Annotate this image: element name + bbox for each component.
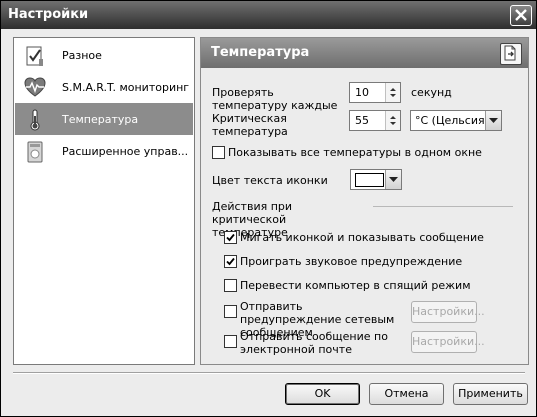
icon-color-label: Цвет текста иконки bbox=[212, 174, 328, 187]
network-message-checkbox[interactable] bbox=[224, 305, 237, 318]
drive-icon bbox=[27, 141, 43, 163]
title-bar[interactable]: Настройки bbox=[1, 1, 536, 29]
sidebar-item-label: Температура bbox=[62, 113, 139, 126]
critical-temp-value: 55 bbox=[355, 114, 369, 127]
blink-icon-label: Мигать иконкой и показывать сообщение bbox=[240, 231, 484, 244]
play-sound-checkbox[interactable] bbox=[224, 255, 237, 268]
thermometer-icon bbox=[30, 109, 40, 131]
checkmark-icon bbox=[226, 233, 235, 242]
temp-unit-value: °C (Цельсия) bbox=[415, 114, 489, 127]
export-button[interactable] bbox=[500, 43, 522, 65]
email-message-label: Отправить сообщение по электронной почте bbox=[240, 330, 388, 356]
email-message-checkbox[interactable] bbox=[224, 335, 237, 348]
panel-title: Температура bbox=[211, 45, 310, 60]
sidebar-item-label: S.M.A.R.T. мониторинг bbox=[62, 81, 190, 94]
color-swatch bbox=[355, 173, 384, 187]
checkmark-icon bbox=[226, 257, 235, 266]
critical-temp-spinner[interactable]: 55 bbox=[349, 110, 401, 131]
play-sound-label: Проиграть звуковое предупреждение bbox=[240, 255, 463, 268]
check-interval-value: 10 bbox=[355, 86, 369, 99]
apply-button[interactable]: Применить bbox=[453, 383, 528, 405]
temp-unit-select[interactable]: °C (Цельсия) bbox=[410, 110, 502, 131]
dropdown-button[interactable] bbox=[385, 170, 401, 189]
sidebar-item-advanced[interactable]: Расширенное управ... bbox=[15, 135, 193, 167]
sidebar-item-label: Разное bbox=[62, 49, 102, 62]
check-interval-unit: секунд bbox=[411, 86, 452, 99]
show-all-checkbox[interactable] bbox=[212, 146, 225, 159]
sleep-mode-checkbox[interactable] bbox=[224, 279, 237, 292]
network-settings-button[interactable]: Настройки... bbox=[411, 301, 485, 323]
cancel-button[interactable]: Отмена bbox=[369, 383, 444, 405]
spinner-arrows[interactable] bbox=[385, 83, 400, 102]
sidebar-list: Разное S.M.A.R.T. мониторинг Температура bbox=[13, 37, 195, 365]
check-interval-label: Проверять температуру каждые bbox=[212, 86, 338, 112]
chevron-down-icon bbox=[489, 118, 498, 123]
panel-header: Температура bbox=[201, 38, 528, 68]
blink-icon-checkbox[interactable] bbox=[224, 231, 237, 244]
window-title: Настройки bbox=[8, 7, 89, 22]
critical-temp-label: Критическая температура bbox=[212, 112, 288, 138]
chevron-down-icon bbox=[389, 177, 398, 182]
sidebar-item-smart[interactable]: S.M.A.R.T. мониторинг bbox=[15, 71, 193, 103]
temperature-panel: Температура Проверять температуру каждые… bbox=[200, 37, 529, 365]
sidebar-item-misc[interactable]: Разное bbox=[15, 39, 193, 71]
settings-window: Настройки Разное S.M.A.R.T. мониторинг Т… bbox=[0, 0, 537, 417]
misc-icon bbox=[26, 46, 43, 66]
sleep-mode-label: Перевести компьютер в спящий режим bbox=[240, 279, 471, 292]
email-settings-button[interactable]: Настройки... bbox=[411, 331, 485, 353]
footer-divider bbox=[13, 372, 525, 374]
show-all-label: Показывать все температуры в одном окне bbox=[228, 146, 482, 159]
heart-monitor-icon bbox=[24, 77, 46, 97]
spin-arrows-icon bbox=[390, 88, 396, 97]
spin-arrows-icon bbox=[390, 116, 396, 125]
icon-color-picker[interactable] bbox=[350, 169, 402, 190]
ok-button[interactable]: OK bbox=[285, 383, 360, 405]
spinner-arrows[interactable] bbox=[385, 111, 400, 130]
export-icon bbox=[504, 45, 516, 61]
close-button[interactable] bbox=[510, 5, 532, 26]
check-interval-spinner[interactable]: 10 bbox=[349, 82, 401, 103]
group-divider bbox=[373, 206, 513, 207]
close-icon bbox=[515, 9, 527, 21]
sidebar-item-temperature[interactable]: Температура bbox=[15, 103, 193, 135]
sidebar-item-label: Расширенное управ... bbox=[62, 145, 189, 158]
dropdown-button[interactable] bbox=[485, 111, 501, 130]
